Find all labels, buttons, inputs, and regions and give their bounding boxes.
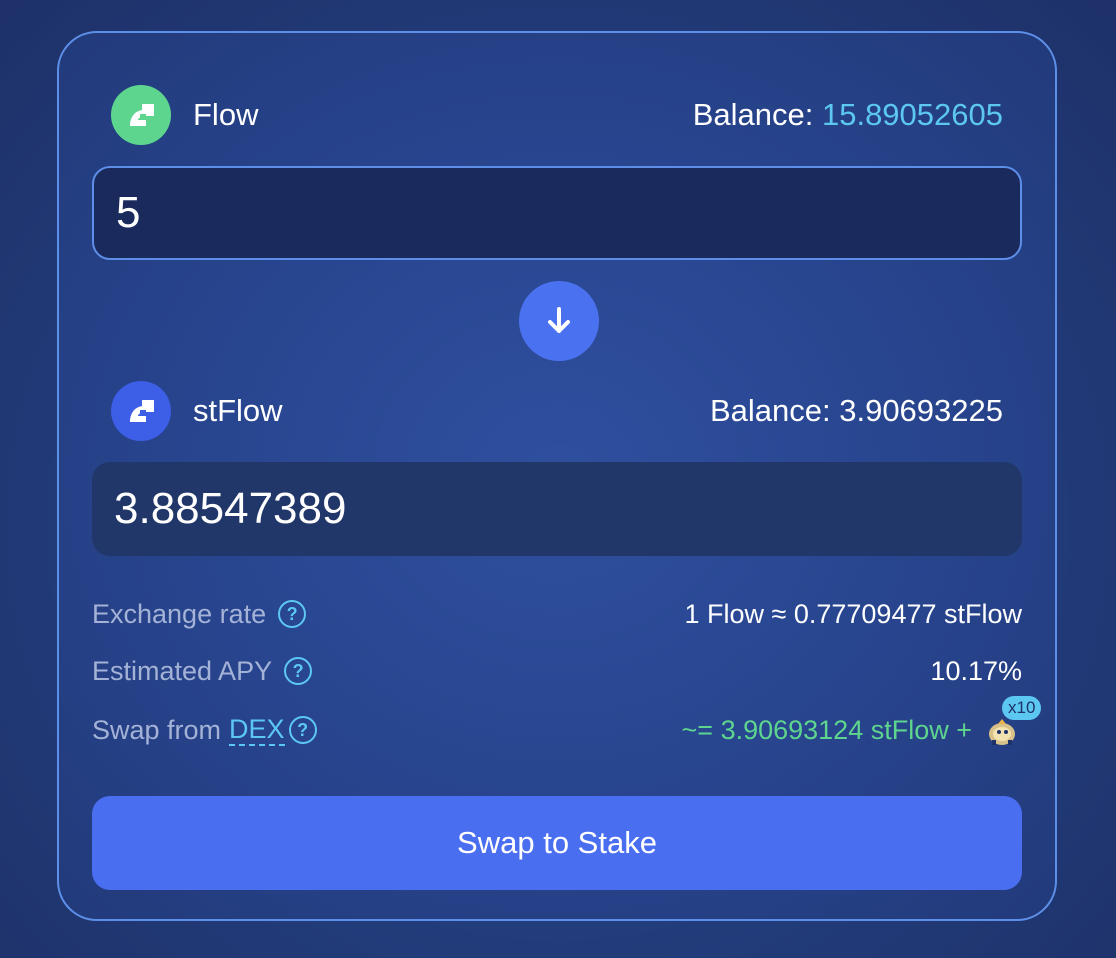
to-balance-label: Balance: (709, 393, 831, 428)
to-token-name: stFlow (193, 393, 283, 428)
to-amount-output: 3.88547389 (92, 462, 1022, 556)
apy-value: 10.17% (930, 655, 1022, 686)
swap-from-label: Swap from (92, 714, 222, 745)
bonus-multiplier-badge: x10 (1002, 696, 1042, 720)
swap-direction-button[interactable] (519, 281, 599, 361)
exchange-rate-row: Exchange rate ? 1 Flow ≈ 0.77709477 stFl… (92, 594, 1022, 634)
from-amount-input[interactable]: 5 (92, 166, 1022, 260)
apy-help-icon[interactable]: ? (284, 657, 313, 685)
from-token-name: Flow (193, 97, 259, 132)
swap-to-stake-button[interactable]: Swap to Stake (92, 796, 1022, 890)
from-balance-value[interactable]: 15.89052605 (822, 97, 1003, 132)
bonus-reward[interactable]: x10 (982, 696, 1042, 750)
to-token-row: stFlow Balance: 3.90693225 (111, 381, 1003, 441)
from-balance: Balance: 15.89052605 (693, 97, 1003, 133)
arrow-down-icon (548, 307, 570, 333)
exchange-rate-value: 1 Flow ≈ 0.77709477 stFlow (684, 598, 1023, 629)
to-balance-value: 3.90693225 (839, 393, 1003, 428)
apy-label: Estimated APY (92, 655, 273, 686)
to-balance: Balance: 3.90693225 (710, 393, 1003, 429)
flow-logo-icon (111, 85, 171, 145)
exchange-rate-label-wrap: Exchange rate ? (92, 598, 307, 630)
apy-row: Estimated APY ? 10.17% (92, 651, 1022, 691)
dex-help-icon[interactable]: ? (288, 716, 317, 744)
dex-link[interactable]: DEX (229, 714, 285, 746)
stflow-logo-icon (111, 381, 171, 441)
swap-from-value-wrap: ~= 3.90693124 stFlow + x10 (681, 696, 1042, 750)
exchange-rate-label: Exchange rate (92, 598, 267, 629)
exchange-rate-help-icon[interactable]: ? (278, 600, 307, 628)
swap-from-label-wrap: Swap from DEX ? (92, 714, 317, 746)
stake-card: Flow Balance: 15.89052605 5 stFlow Balan… (57, 31, 1057, 921)
from-token-row: Flow Balance: 15.89052605 (111, 85, 1003, 145)
swap-from-value: ~= 3.90693124 stFlow + (681, 714, 972, 745)
from-balance-label: Balance: (692, 97, 814, 132)
swap-from-row: Swap from DEX ? ~= 3.90693124 stFlow + x… (92, 696, 1042, 750)
apy-label-wrap: Estimated APY ? (92, 655, 313, 687)
